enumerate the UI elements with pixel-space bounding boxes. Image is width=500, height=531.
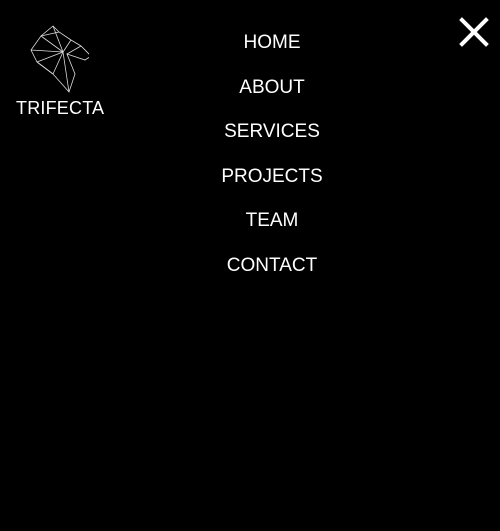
horse-head-icon [30,25,89,93]
brand-logo[interactable]: TRIFECTA [16,22,105,119]
main-nav: HOME ABOUT SERVICES PROJECTS TEAM CONTAC… [172,30,372,297]
close-menu-button[interactable] [458,16,490,48]
nav-home[interactable]: HOME [172,30,372,75]
nav-team[interactable]: TEAM [172,208,372,253]
nav-services[interactable]: SERVICES [172,119,372,164]
nav-contact[interactable]: CONTACT [172,253,372,298]
close-icon [459,17,489,47]
nav-about[interactable]: ABOUT [172,75,372,120]
brand-name: TRIFECTA [16,98,105,118]
nav-projects[interactable]: PROJECTS [172,164,372,209]
